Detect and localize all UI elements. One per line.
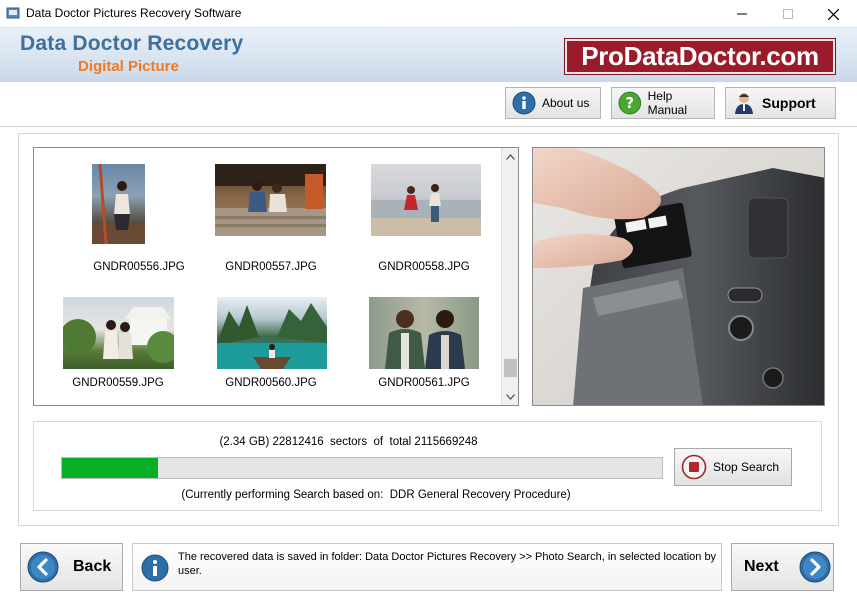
sector-progress-text: (2.34 GB) 22812416 sectors of total 2115… — [219, 436, 478, 448]
thumbnail-label: GNDR00558.JPG — [378, 261, 470, 273]
thumbnail-label: GNDR00559.JPG — [72, 377, 164, 389]
banner-title: Data Doctor Recovery — [20, 32, 244, 55]
thumbnail-item[interactable]: GNDR00557.JPG — [201, 162, 341, 282]
thumbnail-image — [369, 297, 479, 369]
stop-search-button[interactable]: Stop Search — [674, 448, 792, 486]
thumbnail-label: GNDR00557.JPG — [225, 261, 317, 273]
camera-memory-card-image — [533, 148, 824, 405]
thumbnail-picture — [92, 164, 145, 244]
search-progress-fill — [62, 458, 158, 478]
thumbnail-item[interactable]: GNDR00559.JPG — [48, 295, 188, 405]
toolbar: About us ? Help Manual Support — [0, 82, 857, 126]
thumbnail-label: GNDR00561.JPG — [378, 377, 470, 389]
search-status-text: (Currently performing Search based on: D… — [181, 489, 571, 501]
minimize-icon — [737, 13, 747, 15]
thumbnail-image — [215, 164, 326, 236]
save-location-text: The recovered data is saved in folder: D… — [178, 551, 717, 577]
arrow-left-icon — [27, 551, 59, 583]
thumbnail-image — [92, 164, 145, 244]
save-location-info: The recovered data is saved in folder: D… — [132, 543, 722, 591]
header-banner: Data Doctor Recovery Digital Picture Pro… — [0, 28, 857, 82]
chevron-down-icon — [506, 393, 515, 400]
minimize-button[interactable] — [719, 0, 765, 28]
thumbnail-picture — [217, 303, 327, 369]
thumbnail-picture — [63, 307, 174, 363]
thumbnail-image — [217, 297, 327, 369]
about-us-button[interactable]: About us — [505, 87, 601, 119]
window-title: Data Doctor Pictures Recovery Software — [26, 6, 242, 20]
next-button[interactable]: Next — [731, 543, 834, 591]
support-person-icon — [735, 93, 753, 114]
scroll-thumb[interactable] — [504, 359, 517, 377]
support-label: Support — [762, 95, 816, 111]
close-button[interactable] — [810, 0, 856, 28]
brand-logo: ProDataDoctor.com — [565, 39, 835, 74]
maximize-button[interactable] — [765, 0, 811, 28]
thumbnail-label: GNDR00560.JPG — [225, 377, 317, 389]
title-bar: Data Doctor Pictures Recovery Software — [0, 0, 857, 28]
header-separator — [0, 126, 857, 127]
next-label: Next — [744, 558, 779, 575]
help-manual-button[interactable]: ? Help Manual — [611, 87, 715, 119]
svg-text:?: ? — [626, 95, 635, 112]
arrow-right-icon — [799, 551, 831, 583]
thumbnail-picture — [385, 310, 465, 369]
close-icon — [827, 8, 839, 20]
info-icon — [512, 91, 536, 115]
info-icon — [141, 554, 169, 582]
chevron-up-icon — [506, 153, 515, 160]
banner-subtitle: Digital Picture — [78, 58, 179, 75]
thumbnail-grid: GNDR00556.JPG GNDR00557.JPG GNDR00558.JP… — [33, 147, 519, 406]
scroll-down-button[interactable] — [502, 388, 518, 405]
back-button[interactable]: Back — [20, 543, 123, 591]
scroll-up-button[interactable] — [502, 148, 518, 165]
thumbnail-item[interactable]: GNDR00561.JPG — [354, 295, 494, 405]
stop-icon — [681, 454, 707, 480]
thumbnail-item[interactable]: GNDR00556.JPG — [69, 162, 209, 282]
thumbnail-picture — [371, 184, 481, 236]
thumbnail-image — [63, 297, 174, 369]
maximize-icon — [783, 9, 793, 19]
thumbnail-image — [371, 164, 481, 236]
help-manual-label: Help Manual — [647, 89, 687, 117]
thumbnail-picture — [215, 164, 326, 236]
thumbnail-scrollbar[interactable] — [501, 148, 518, 405]
thumbnail-item[interactable]: GNDR00558.JPG — [354, 162, 494, 282]
about-us-label: About us — [542, 96, 590, 110]
support-button[interactable]: Support — [725, 87, 836, 119]
memory-card-photo — [532, 147, 825, 406]
stop-search-label: Stop Search — [713, 460, 780, 474]
help-question-icon: ? — [618, 91, 642, 115]
thumbnail-item[interactable]: GNDR00560.JPG — [201, 295, 341, 405]
thumbnail-label: GNDR00556.JPG — [93, 261, 185, 273]
app-icon — [6, 7, 20, 19]
search-progress-bar — [61, 457, 663, 479]
back-label: Back — [73, 558, 112, 575]
